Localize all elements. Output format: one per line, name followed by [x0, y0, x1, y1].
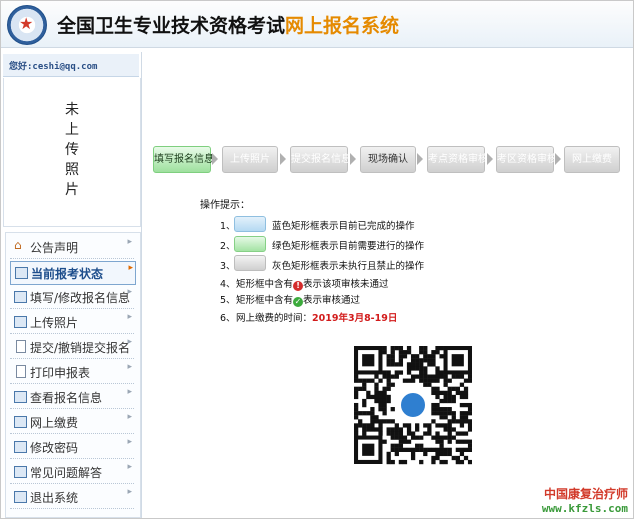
menu-item-label: 填写/修改报名信息 [30, 291, 131, 305]
check-icon: ✓ [293, 297, 304, 307]
tip-text: 绿色矩形框表示目前需要进行的操作 [272, 241, 425, 252]
logo-icon: ★ [7, 5, 47, 45]
left-panel: 您好:ceshi@qq.com 未上传照片 ⌂ 公告声明 ▸ 当前报考状态 ▸ … [1, 52, 141, 518]
chevron-right-icon: ▸ [127, 487, 132, 497]
qr-finder-pattern [354, 346, 383, 375]
watermark-line2: www.kfzls.com [541, 502, 628, 515]
menu-item-label: 打印申报表 [30, 366, 91, 380]
chevron-right-icon: ▸ [127, 412, 132, 422]
menu-item-upload-photo[interactable]: 上传照片 ▸ [10, 311, 134, 334]
swatch-green [234, 236, 266, 252]
chevron-right-icon: ▸ [127, 362, 132, 372]
header: ★ 全国卫生专业技术资格考试网上报名系统 [1, 1, 633, 48]
tips-title: 操作提示： [200, 200, 250, 211]
menu-item-view-registration[interactable]: 查看报名信息 ▸ [10, 386, 134, 409]
photo-icon [14, 316, 27, 328]
menu-item-label: 上传照片 [30, 316, 79, 330]
step-online-payment: 网上缴费 [564, 146, 620, 173]
watermark-line1: 中国康复治疗师 [543, 487, 628, 501]
user-greeting: 您好:ceshi@qq.com [9, 62, 98, 72]
menu-item-announcement[interactable]: ⌂ 公告声明 ▸ [10, 236, 134, 259]
step-exam-area-review: 考区资格审核 [496, 146, 557, 173]
form-icon [14, 291, 27, 303]
qr-code-graphic [354, 346, 472, 465]
step-onsite-confirm: 现场确认 [360, 146, 416, 173]
qr-center-logo [399, 391, 427, 419]
photo-placeholder: 未上传照片 [65, 102, 79, 198]
menu-item-label: 修改密码 [30, 441, 79, 455]
menu-item-label: 当前报考状态 [31, 267, 104, 281]
step-arrow-icon [487, 153, 493, 165]
photo-box: 未上传照片 [3, 78, 141, 227]
menu-item-label: 常见问题解答 [30, 466, 103, 480]
qr-finder-pattern [354, 435, 383, 464]
swatch-gray [234, 255, 266, 271]
step-arrow-icon [555, 153, 561, 165]
chevron-right-icon: ▸ [127, 462, 132, 472]
step-arrow-icon [417, 153, 423, 165]
tip-text: 矩形框中含有 [236, 295, 294, 306]
menu-item-label: 公告声明 [30, 241, 79, 255]
progress-steps: 填写报名信息 上传照片 提交报名信息 现场确认 考点资格审核 考区资格审核 网上… [153, 146, 623, 173]
menu-item-label: 网上缴费 [30, 416, 79, 430]
tip-number: 6、 [220, 313, 236, 324]
document-icon [16, 365, 26, 378]
step-upload-photo: 上传照片 [222, 146, 278, 173]
tip-item: 5、矩形框中含有 ✓ 表示审核通过 [220, 292, 360, 307]
user-bar: 您好:ceshi@qq.com [3, 54, 139, 77]
column-divider [141, 52, 142, 518]
menu-item-change-password[interactable]: 修改密码 ▸ [10, 436, 134, 459]
qr-code-icon [354, 338, 472, 470]
chevron-right-icon: ▸ [127, 237, 132, 247]
step-arrow-icon [350, 153, 356, 165]
step-arrow-icon [280, 153, 286, 165]
chevron-right-icon: ▸ [127, 312, 132, 322]
chevron-right-icon: ▸ [127, 337, 132, 347]
menu-item-faq[interactable]: 常见问题解答 ▸ [10, 461, 134, 484]
house-icon: ⌂ [14, 238, 22, 252]
chevron-right-icon: ▸ [127, 387, 132, 397]
menu-item-logout[interactable]: 退出系统 ▸ [10, 486, 134, 509]
tip-text: 表示审核通过 [303, 295, 361, 306]
payment-date: 2019年3月8-19日 [312, 313, 398, 324]
tip-number: 4、 [220, 279, 236, 290]
list-icon [14, 416, 27, 428]
list-icon [14, 441, 27, 453]
step-arrow-icon [212, 153, 218, 165]
menu-item-edit-registration[interactable]: 填写/修改报名信息 ▸ [10, 286, 134, 309]
page-title-accent: 网上报名系统 [285, 15, 400, 37]
side-menu: ⌂ 公告声明 ▸ 当前报考状态 ▸ 填写/修改报名信息 ▸ 上传照片 ▸ 提交/… [5, 232, 141, 518]
menu-item-submit-revoke[interactable]: 提交/撤销提交报名 ▸ [10, 336, 134, 359]
chevron-right-icon: ▸ [128, 263, 133, 273]
tip-number: 5、 [220, 295, 236, 306]
menu-item-label: 退出系统 [30, 491, 79, 505]
page-title: 全国卫生专业技术资格考试网上报名系统 [57, 15, 400, 37]
tip-text: 网上缴费的时间： [236, 313, 313, 324]
watermark: 中国康复治疗师 www.kfzls.com [542, 485, 628, 515]
qr-finder-pattern [443, 346, 472, 375]
menu-item-label: 提交/撤销提交报名 [30, 341, 131, 355]
menu-item-label: 查看报名信息 [30, 391, 103, 405]
chevron-right-icon: ▸ [127, 287, 132, 297]
tip-text: 灰色矩形框表示未执行且禁止的操作 [272, 261, 425, 272]
tip-text: 矩形框中含有 [236, 279, 294, 290]
menu-item-print-form[interactable]: 打印申报表 ▸ [10, 361, 134, 384]
chevron-right-icon: ▸ [127, 437, 132, 447]
tip-text: 表示该项审核未通过 [303, 279, 389, 290]
list-icon [15, 267, 28, 279]
menu-item-current-status[interactable]: 当前报考状态 ▸ [10, 261, 136, 285]
list-icon [14, 391, 27, 403]
list-icon [14, 466, 27, 478]
step-submit-info: 提交报名信息 [290, 146, 351, 173]
document-icon [16, 340, 26, 353]
step-fill-info[interactable]: 填写报名信息 [153, 146, 214, 173]
step-exam-site-review: 考点资格审核 [427, 146, 488, 173]
tip-item: 6、网上缴费的时间：2019年3月8-19日 [220, 310, 397, 324]
tip-text: 蓝色矩形框表示目前已完成的操作 [272, 221, 415, 232]
tip-item: 4、矩形框中含有! 表示该项审核未通过 [220, 276, 389, 291]
list-icon [14, 491, 27, 503]
swatch-blue [234, 216, 266, 232]
error-icon: ! [293, 281, 304, 291]
menu-item-online-payment[interactable]: 网上缴费 ▸ [10, 411, 134, 434]
